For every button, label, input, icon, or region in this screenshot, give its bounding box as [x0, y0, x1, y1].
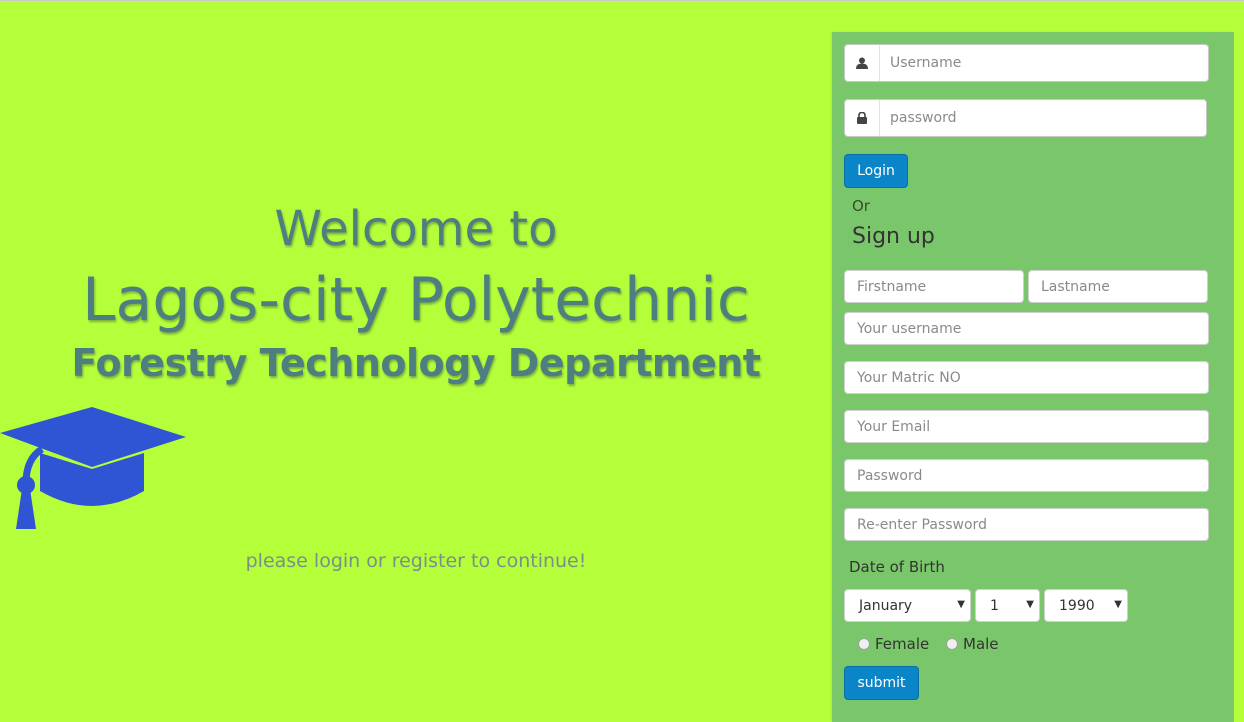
user-icon	[845, 45, 880, 81]
or-text: Or	[852, 197, 870, 215]
birth-month-value: January	[859, 597, 913, 614]
email-input[interactable]	[844, 410, 1209, 443]
signup-username-input[interactable]	[844, 312, 1209, 345]
login-username-input[interactable]	[880, 45, 1208, 81]
submit-button[interactable]: submit	[844, 666, 919, 700]
birth-day-value: 1	[990, 597, 999, 614]
signup-title: Sign up	[852, 224, 935, 249]
login-password-group	[844, 99, 1207, 137]
hero-section: Welcome to Lagos-city Polytechnic Forest…	[0, 1, 832, 707]
signup-password-input[interactable]	[844, 459, 1209, 492]
login-hint-text: please login or register to continue!	[245, 550, 587, 572]
female-radio[interactable]	[858, 638, 870, 650]
male-label: Male	[963, 635, 999, 653]
date-of-birth-label: Date of Birth	[849, 558, 945, 576]
department-heading: Forestry Technology Department	[71, 341, 761, 385]
birth-year-select[interactable]: 1990 ▼	[1044, 589, 1128, 622]
gender-female-option[interactable]: Female	[858, 635, 929, 653]
lock-icon	[845, 100, 880, 136]
login-button[interactable]: Login	[844, 154, 908, 188]
matric-no-input[interactable]	[844, 361, 1209, 394]
chevron-down-icon: ▼	[1026, 599, 1034, 610]
graduation-cap-icon	[0, 407, 186, 529]
login-username-group	[844, 44, 1209, 82]
school-name-heading: Lagos-city Polytechnic	[82, 265, 750, 335]
gender-male-option[interactable]: Male	[946, 635, 999, 653]
birth-day-select[interactable]: 1 ▼	[975, 589, 1040, 622]
reenter-password-input[interactable]	[844, 508, 1209, 541]
welcome-heading: Welcome to	[274, 201, 558, 257]
firstname-input[interactable]	[844, 270, 1024, 303]
birth-month-select[interactable]: January ▼	[844, 589, 971, 622]
login-password-input[interactable]	[880, 100, 1206, 136]
auth-panel: Login Or Sign up Date of Birth January ▼…	[832, 32, 1234, 722]
birth-year-value: 1990	[1059, 597, 1095, 614]
female-label: Female	[875, 635, 930, 653]
lastname-input[interactable]	[1028, 270, 1208, 303]
male-radio[interactable]	[946, 638, 958, 650]
chevron-down-icon: ▼	[957, 599, 965, 610]
chevron-down-icon: ▼	[1114, 599, 1122, 610]
